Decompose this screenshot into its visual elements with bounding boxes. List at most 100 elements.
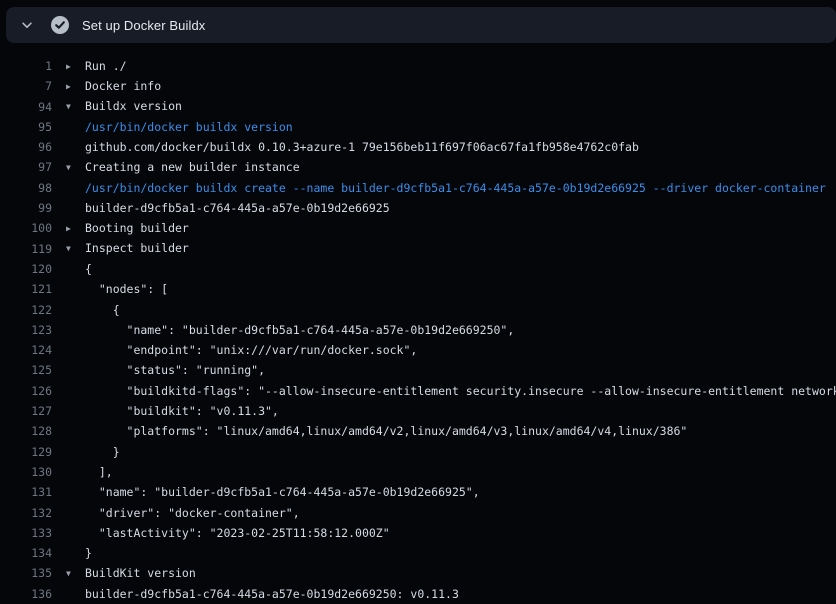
line-content: { xyxy=(52,259,836,279)
log-output-text: "buildkit": "v0.11.3", xyxy=(66,401,279,421)
log-row: 132 "driver": "docker-container", xyxy=(0,503,836,523)
line-content: ▶Booting builder xyxy=(52,218,836,239)
line-content: "name": "builder-d9cfb5a1-c764-445a-a57e… xyxy=(52,482,836,502)
log-output-text: "name": "builder-d9cfb5a1-c764-445a-a57e… xyxy=(66,482,480,502)
line-content: "buildkit": "v0.11.3", xyxy=(52,401,836,421)
line-number[interactable]: 95 xyxy=(0,117,52,137)
log-row[interactable]: 1 ▶Run ./ xyxy=(0,56,836,76)
log-output-text: "status": "running", xyxy=(66,360,265,380)
log-row: 121 "nodes": [ xyxy=(0,279,836,299)
log-output-text: } xyxy=(66,543,92,563)
triangle-down-icon: ▼ xyxy=(66,158,85,178)
log-group-title: Inspect builder xyxy=(85,241,189,255)
log-command-text: /usr/bin/docker buildx version xyxy=(66,117,293,137)
log-row: 133 "lastActivity": "2023-02-25T11:58:12… xyxy=(0,523,836,543)
line-number[interactable]: 120 xyxy=(0,259,52,279)
log-group-title: Creating a new builder instance xyxy=(85,160,300,174)
line-number[interactable]: 94 xyxy=(0,97,52,117)
line-number[interactable]: 122 xyxy=(0,300,52,320)
line-content: ], xyxy=(52,462,836,482)
step-title: Set up Docker Buildx xyxy=(82,18,205,33)
log-group-title: Booting builder xyxy=(85,221,189,235)
line-number[interactable]: 136 xyxy=(0,584,52,604)
triangle-right-icon: ▶ xyxy=(66,57,85,77)
log-row: 128 "platforms": "linux/amd64,linux/amd6… xyxy=(0,421,836,441)
line-content: builder-d9cfb5a1-c764-445a-a57e-0b19d2e6… xyxy=(52,584,836,604)
log-row: 125 "status": "running", xyxy=(0,360,836,380)
line-number[interactable]: 131 xyxy=(0,482,52,502)
line-number[interactable]: 119 xyxy=(0,239,52,259)
log-row[interactable]: 7 ▶Docker info xyxy=(0,76,836,96)
line-number[interactable]: 128 xyxy=(0,421,52,441)
triangle-down-icon: ▼ xyxy=(66,239,85,259)
log-output-text: github.com/docker/buildx 0.10.3+azure-1 … xyxy=(66,137,639,157)
log-row[interactable]: 119 ▼Inspect builder xyxy=(0,239,836,259)
line-number[interactable]: 134 xyxy=(0,543,52,563)
line-content: ▼BuildKit version xyxy=(52,563,836,584)
log-output-text: } xyxy=(66,442,120,462)
log-output-text: ], xyxy=(66,462,113,482)
line-content: ▶Run ./ xyxy=(52,56,836,77)
line-number[interactable]: 126 xyxy=(0,381,52,401)
line-content: /usr/bin/docker buildx version xyxy=(52,117,836,137)
triangle-right-icon: ▶ xyxy=(66,219,85,239)
log-row[interactable]: 97 ▼Creating a new builder instance xyxy=(0,157,836,177)
line-content: "lastActivity": "2023-02-25T11:58:12.000… xyxy=(52,523,836,543)
line-number[interactable]: 123 xyxy=(0,320,52,340)
line-content: "nodes": [ xyxy=(52,279,836,299)
line-number[interactable]: 99 xyxy=(0,198,52,218)
line-number[interactable]: 98 xyxy=(0,178,52,198)
line-content: "status": "running", xyxy=(52,360,836,380)
triangle-right-icon: ▶ xyxy=(66,77,85,97)
log-row: 134 } xyxy=(0,543,836,563)
log-row: 129 } xyxy=(0,442,836,462)
line-number[interactable]: 135 xyxy=(0,563,52,583)
line-number[interactable]: 121 xyxy=(0,279,52,299)
chevron-down-icon[interactable] xyxy=(18,16,36,34)
line-number[interactable]: 97 xyxy=(0,157,52,177)
line-number[interactable]: 1 xyxy=(0,56,52,76)
line-content: ▼Buildx version xyxy=(52,96,836,117)
check-circle-icon xyxy=(51,16,69,34)
line-content: ▼Creating a new builder instance xyxy=(52,157,836,178)
triangle-down-icon: ▼ xyxy=(66,97,85,117)
line-content: github.com/docker/buildx 0.10.3+azure-1 … xyxy=(52,137,836,157)
line-content: "buildkitd-flags": "--allow-insecure-ent… xyxy=(52,381,836,401)
line-content: { xyxy=(52,300,836,320)
log-row[interactable]: 100 ▶Booting builder xyxy=(0,218,836,238)
line-content: "driver": "docker-container", xyxy=(52,503,836,523)
log-row: 123 "name": "builder-d9cfb5a1-c764-445a-… xyxy=(0,320,836,340)
log-output-text: { xyxy=(66,259,92,279)
line-number[interactable]: 96 xyxy=(0,137,52,157)
line-number[interactable]: 7 xyxy=(0,76,52,96)
log-row: 126 "buildkitd-flags": "--allow-insecure… xyxy=(0,381,836,401)
log-output-text: "endpoint": "unix:///var/run/docker.sock… xyxy=(66,340,417,360)
log-row: 122 { xyxy=(0,300,836,320)
log-row[interactable]: 135 ▼BuildKit version xyxy=(0,563,836,583)
line-number[interactable]: 124 xyxy=(0,340,52,360)
log-group-title: BuildKit version xyxy=(85,566,196,580)
line-content: } xyxy=(52,543,836,563)
line-content: ▼Inspect builder xyxy=(52,238,836,259)
line-content: /usr/bin/docker buildx create --name bui… xyxy=(52,178,836,198)
log-output-text: "platforms": "linux/amd64,linux/amd64/v2… xyxy=(66,421,687,441)
step-header[interactable]: Set up Docker Buildx xyxy=(6,7,836,43)
triangle-down-icon: ▼ xyxy=(66,564,85,584)
line-number[interactable]: 130 xyxy=(0,462,52,482)
line-number[interactable]: 100 xyxy=(0,218,52,238)
log-row[interactable]: 94 ▼Buildx version xyxy=(0,97,836,117)
line-content: ▶Docker info xyxy=(52,76,836,97)
line-number[interactable]: 127 xyxy=(0,401,52,421)
log-row: 136 builder-d9cfb5a1-c764-445a-a57e-0b19… xyxy=(0,584,836,604)
line-number[interactable]: 129 xyxy=(0,442,52,462)
line-number[interactable]: 132 xyxy=(0,503,52,523)
line-number[interactable]: 125 xyxy=(0,360,52,380)
log-output-text: "driver": "docker-container", xyxy=(66,503,300,523)
line-number[interactable]: 133 xyxy=(0,523,52,543)
line-content: "name": "builder-d9cfb5a1-c764-445a-a57e… xyxy=(52,320,836,340)
log-body: 1 ▶Run ./ 7 ▶Docker info 94 ▼Buildx vers… xyxy=(0,43,836,604)
log-output-text: "nodes": [ xyxy=(66,279,168,299)
log-row: 96 github.com/docker/buildx 0.10.3+azure… xyxy=(0,137,836,157)
log-output-text: builder-d9cfb5a1-c764-445a-a57e-0b19d2e6… xyxy=(66,584,459,604)
log-output-text: builder-d9cfb5a1-c764-445a-a57e-0b19d2e6… xyxy=(66,198,390,218)
